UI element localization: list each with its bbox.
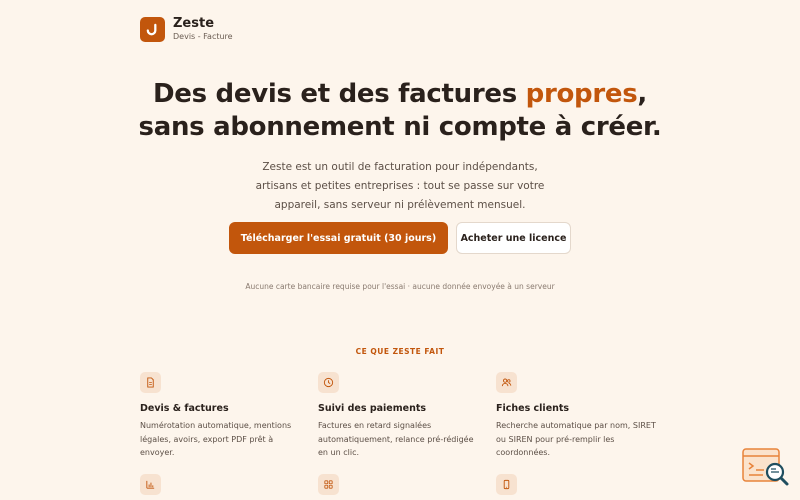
feature-catalog xyxy=(318,473,496,495)
feature-title: Fiches clients xyxy=(496,403,570,414)
feature-mobile xyxy=(496,473,660,495)
feature-reports xyxy=(140,473,318,495)
feature-title: Suivi des paiements xyxy=(318,403,427,414)
download-trial-button[interactable]: Télécharger l'essai gratuit (30 jours) xyxy=(229,222,448,254)
hero-title-punct: , xyxy=(637,79,647,109)
cta-group: Télécharger l'essai gratuit (30 jours) A… xyxy=(0,222,800,254)
brand-name: Zeste xyxy=(173,16,215,31)
brand-tagline: Devis - Facture xyxy=(173,32,233,41)
hero-title-accent: propres xyxy=(525,79,638,109)
hero-description: Zeste est un outil de facturation pour i… xyxy=(255,161,545,211)
bar-chart-icon xyxy=(140,473,161,495)
fine-print: Aucune carte bancaire requise pour l'ess… xyxy=(245,282,555,291)
hero-title: Des devis et des factures propres, sans … xyxy=(0,78,800,144)
document-icon xyxy=(140,372,161,393)
grid-icon xyxy=(318,473,339,495)
feature-client-records: Fiches clients Recherche automatique par… xyxy=(496,372,660,460)
feature-quotes-invoices: Devis & factures Numérotation automatiqu… xyxy=(140,372,318,460)
search-code-icon[interactable] xyxy=(742,448,790,488)
feature-title: Devis & factures xyxy=(140,403,229,414)
clock-icon xyxy=(318,372,339,393)
buy-license-button[interactable]: Acheter une licence xyxy=(456,222,571,254)
hero: Des devis et des factures propres, sans … xyxy=(0,78,800,215)
feature-text: Factures en retard signalées automatique… xyxy=(318,421,474,457)
phone-icon xyxy=(496,473,517,495)
logo-icon xyxy=(140,16,165,42)
hero-title-part: Des devis et des factures xyxy=(153,79,526,109)
users-icon xyxy=(496,372,517,393)
features-section-label: CE QUE ZESTE FAIT xyxy=(355,347,445,356)
features-grid: Devis & factures Numérotation automatiqu… xyxy=(140,372,660,495)
feature-text: Numérotation automatique, mentions légal… xyxy=(140,421,292,457)
brand[interactable]: Zeste Devis - Facture xyxy=(140,16,233,42)
feature-payment-tracking: Suivi des paiements Factures en retard s… xyxy=(318,372,496,460)
hero-title-line2: sans abonnement ni compte à créer. xyxy=(138,112,662,142)
feature-text: Recherche automatique par nom, SIRET ou … xyxy=(496,421,656,457)
